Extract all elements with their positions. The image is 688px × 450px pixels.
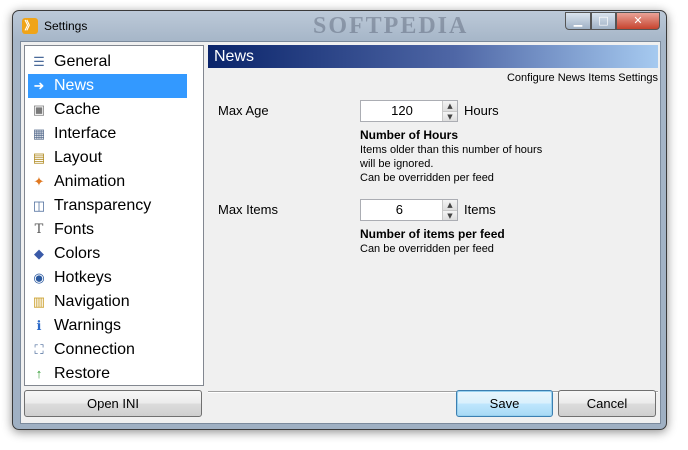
- panel-title: News: [208, 45, 658, 68]
- sidebar-item-animation[interactable]: ✦ Animation: [28, 170, 187, 194]
- layout-icon: ▤: [32, 150, 46, 165]
- save-button[interactable]: Save: [456, 390, 553, 417]
- spin-down-button[interactable]: ▼: [442, 210, 457, 220]
- sidebar-item-navigation[interactable]: ▥ Navigation: [28, 290, 187, 314]
- sidebar-item-label: Transparency: [54, 197, 152, 214]
- sidebar-item-label: Cache: [54, 101, 101, 118]
- sidebar-item-general[interactable]: ☰ General: [28, 50, 187, 74]
- sidebar-item-warnings[interactable]: ℹ Warnings: [28, 314, 187, 338]
- warnings-icon: ℹ: [36, 318, 42, 333]
- hotkeys-icon: ◉: [33, 270, 45, 285]
- sidebar-item-fonts[interactable]: T Fonts: [28, 218, 187, 242]
- max-age-description-title: Number of Hours: [360, 128, 459, 142]
- description-line: Can be overridden per feed: [360, 172, 494, 184]
- max-age-label: Max Age: [218, 103, 269, 118]
- minimize-button[interactable]: ▁: [565, 12, 591, 30]
- panel-subtitle: Configure News Items Settings: [506, 72, 658, 84]
- sidebar-item-label: News: [54, 77, 95, 94]
- close-icon: ✕: [633, 14, 643, 27]
- cancel-button[interactable]: Cancel: [558, 390, 656, 417]
- spin-up-button[interactable]: ▲: [442, 101, 457, 111]
- max-items-value[interactable]: 6: [361, 200, 443, 220]
- settings-window: 》 Settings SOFTPEDIA ▁ □ ✕ ☰ General ➜ N…: [12, 10, 667, 430]
- minimize-icon: ▁: [573, 14, 583, 27]
- fonts-icon: T: [34, 222, 44, 237]
- transparency-icon: ◫: [32, 198, 46, 213]
- sidebar-item-hotkeys[interactable]: ◉ Hotkeys: [28, 266, 187, 290]
- sidebar-item-label: Restore: [54, 365, 111, 382]
- settings-category-list: ☰ General ➜ News ▣ Cache ▦ Interface ▤ L…: [24, 45, 204, 386]
- chevron-down-icon: ▼: [447, 212, 453, 220]
- max-age-unit: Hours: [464, 103, 499, 118]
- chevron-up-icon: ▲: [447, 102, 453, 110]
- colors-icon: ◆: [34, 246, 44, 261]
- max-items-description: Can be overridden per feed: [360, 242, 550, 256]
- sidebar-item-label: Animation: [54, 173, 126, 190]
- arrow-right-icon: ➜: [33, 78, 45, 93]
- app-icon: 》: [22, 18, 38, 34]
- general-icon: ☰: [33, 54, 45, 69]
- window-title: Settings: [44, 19, 88, 33]
- spin-down-button[interactable]: ▼: [442, 111, 457, 121]
- spin-up-button[interactable]: ▲: [442, 200, 457, 210]
- description-line: Items older than this number of hours: [360, 144, 543, 156]
- max-age-stepper[interactable]: 120 ▲ ▼: [360, 100, 458, 122]
- maximize-icon: □: [598, 14, 609, 27]
- connection-icon: ⛶: [34, 342, 44, 357]
- restore-icon: ↑: [35, 366, 43, 381]
- sidebar-item-layout[interactable]: ▤ Layout: [28, 146, 187, 170]
- sidebar-item-news[interactable]: ➜ News: [28, 74, 187, 98]
- sidebar-item-label: General: [54, 53, 111, 70]
- sidebar-item-label: Warnings: [54, 317, 121, 334]
- sidebar-item-label: Hotkeys: [54, 269, 112, 286]
- navigation-icon: ▥: [32, 294, 46, 309]
- news-settings-panel: News Configure News Items Settings Max A…: [208, 45, 658, 386]
- interface-icon: ▦: [32, 126, 46, 141]
- watermark: SOFTPEDIA: [313, 13, 469, 39]
- open-ini-button[interactable]: Open INI: [24, 390, 202, 417]
- chevron-up-icon: ▲: [447, 201, 453, 209]
- max-items-unit: Items: [464, 202, 496, 217]
- sidebar-item-label: Fonts: [54, 221, 95, 238]
- chevron-down-icon: ▼: [447, 113, 453, 121]
- description-line: Can be overridden per feed: [360, 243, 494, 255]
- title-bar[interactable]: 》 Settings SOFTPEDIA ▁ □ ✕: [13, 11, 666, 41]
- max-items-label: Max Items: [218, 202, 278, 217]
- sidebar-item-label: Colors: [54, 245, 101, 262]
- maximize-button[interactable]: □: [591, 12, 616, 30]
- max-items-stepper[interactable]: 6 ▲ ▼: [360, 199, 458, 221]
- sidebar-item-label: Layout: [54, 149, 103, 166]
- cache-icon: ▣: [32, 102, 46, 117]
- sidebar-item-colors[interactable]: ◆ Colors: [28, 242, 187, 266]
- sidebar-item-cache[interactable]: ▣ Cache: [28, 98, 187, 122]
- close-button[interactable]: ✕: [616, 12, 660, 30]
- sidebar-item-interface[interactable]: ▦ Interface: [28, 122, 187, 146]
- sidebar-item-connection[interactable]: ⛶ Connection: [28, 338, 187, 362]
- max-age-description: Items older than this number of hours wi…: [360, 143, 550, 185]
- sidebar-item-label: Interface: [54, 125, 117, 142]
- sidebar-item-restore[interactable]: ↑ Restore: [28, 362, 187, 386]
- max-items-description-title: Number of items per feed: [360, 227, 505, 241]
- max-age-value[interactable]: 120: [361, 101, 443, 121]
- description-line: will be ignored.: [360, 158, 434, 170]
- sidebar-item-label: Connection: [54, 341, 135, 358]
- caption-buttons: ▁ □ ✕: [565, 12, 660, 30]
- animation-icon: ✦: [33, 174, 45, 189]
- client-area: ☰ General ➜ News ▣ Cache ▦ Interface ▤ L…: [20, 41, 661, 424]
- sidebar-item-label: Navigation: [54, 293, 130, 310]
- sidebar-item-transparency[interactable]: ◫ Transparency: [28, 194, 187, 218]
